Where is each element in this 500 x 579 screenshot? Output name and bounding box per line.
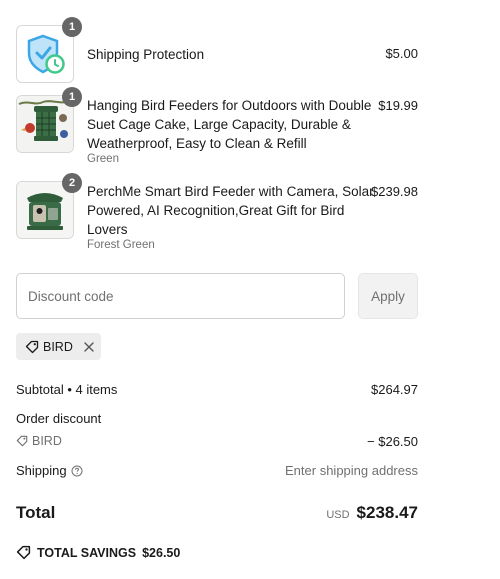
item-price: $239.98 — [371, 184, 418, 199]
currency-code: USD — [326, 509, 350, 521]
item-title: Shipping Protection — [87, 47, 205, 62]
shipping-value: Enter shipping address — [285, 463, 418, 478]
item-price: $19.99 — [378, 98, 418, 113]
quantity-badge: 1 — [62, 17, 82, 37]
item-thumbnail: 1 — [16, 17, 82, 83]
line-item-smart-bird-feeder: 2 PerchMe Smart Bird Feeder with Camera,… — [16, 173, 418, 256]
item-thumbnail: 1 — [16, 87, 82, 153]
line-item-shipping-protection: 1 Shipping Protection $5.00 — [16, 17, 418, 83]
item-title: Hanging Bird Feeders for Outdoors with D… — [87, 98, 372, 151]
help-circle-icon[interactable] — [71, 465, 83, 477]
item-variant: Green — [87, 153, 119, 165]
item-thumbnail: 2 — [16, 173, 82, 239]
quantity-badge: 2 — [62, 173, 82, 193]
total-amount: $238.47 — [356, 503, 418, 522]
item-variant: Forest Green — [87, 239, 155, 251]
quantity-badge: 1 — [62, 87, 82, 107]
savings-label: TOTAL SAVINGS — [37, 545, 137, 560]
total-savings: TOTAL SAVINGS $26.50 — [16, 545, 180, 560]
applied-code-label: BIRD — [43, 339, 73, 354]
item-title: PerchMe Smart Bird Feeder with Camera, S… — [87, 184, 374, 237]
apply-discount-button[interactable]: Apply — [358, 273, 418, 319]
tag-icon — [25, 340, 39, 354]
discount-code-line: BIRD — [16, 434, 62, 448]
total-value-group: USD $238.47 — [326, 503, 418, 523]
shipping-label: Shipping — [16, 463, 67, 478]
applied-discount-chip: BIRD — [16, 333, 101, 360]
shipping-row-label: Shipping — [16, 463, 83, 478]
discount-code-input[interactable] — [16, 273, 345, 319]
subtotal-value: $264.97 — [371, 382, 418, 397]
subtotal-label: Subtotal • 4 items — [16, 382, 118, 397]
remove-discount-icon[interactable] — [83, 341, 95, 353]
order-discount-label: Order discount — [16, 411, 102, 426]
tag-icon — [16, 435, 28, 447]
line-item-hanging-bird-feeder: 1 Hanging Bird Feeders for Outdoors with… — [16, 87, 418, 170]
savings-amount: $26.50 — [142, 545, 181, 560]
discount-code-text: BIRD — [32, 434, 62, 448]
total-label: Total — [16, 503, 56, 522]
item-price: $5.00 — [385, 46, 418, 61]
tag-icon — [16, 545, 31, 560]
discount-value: − $26.50 — [367, 434, 418, 449]
